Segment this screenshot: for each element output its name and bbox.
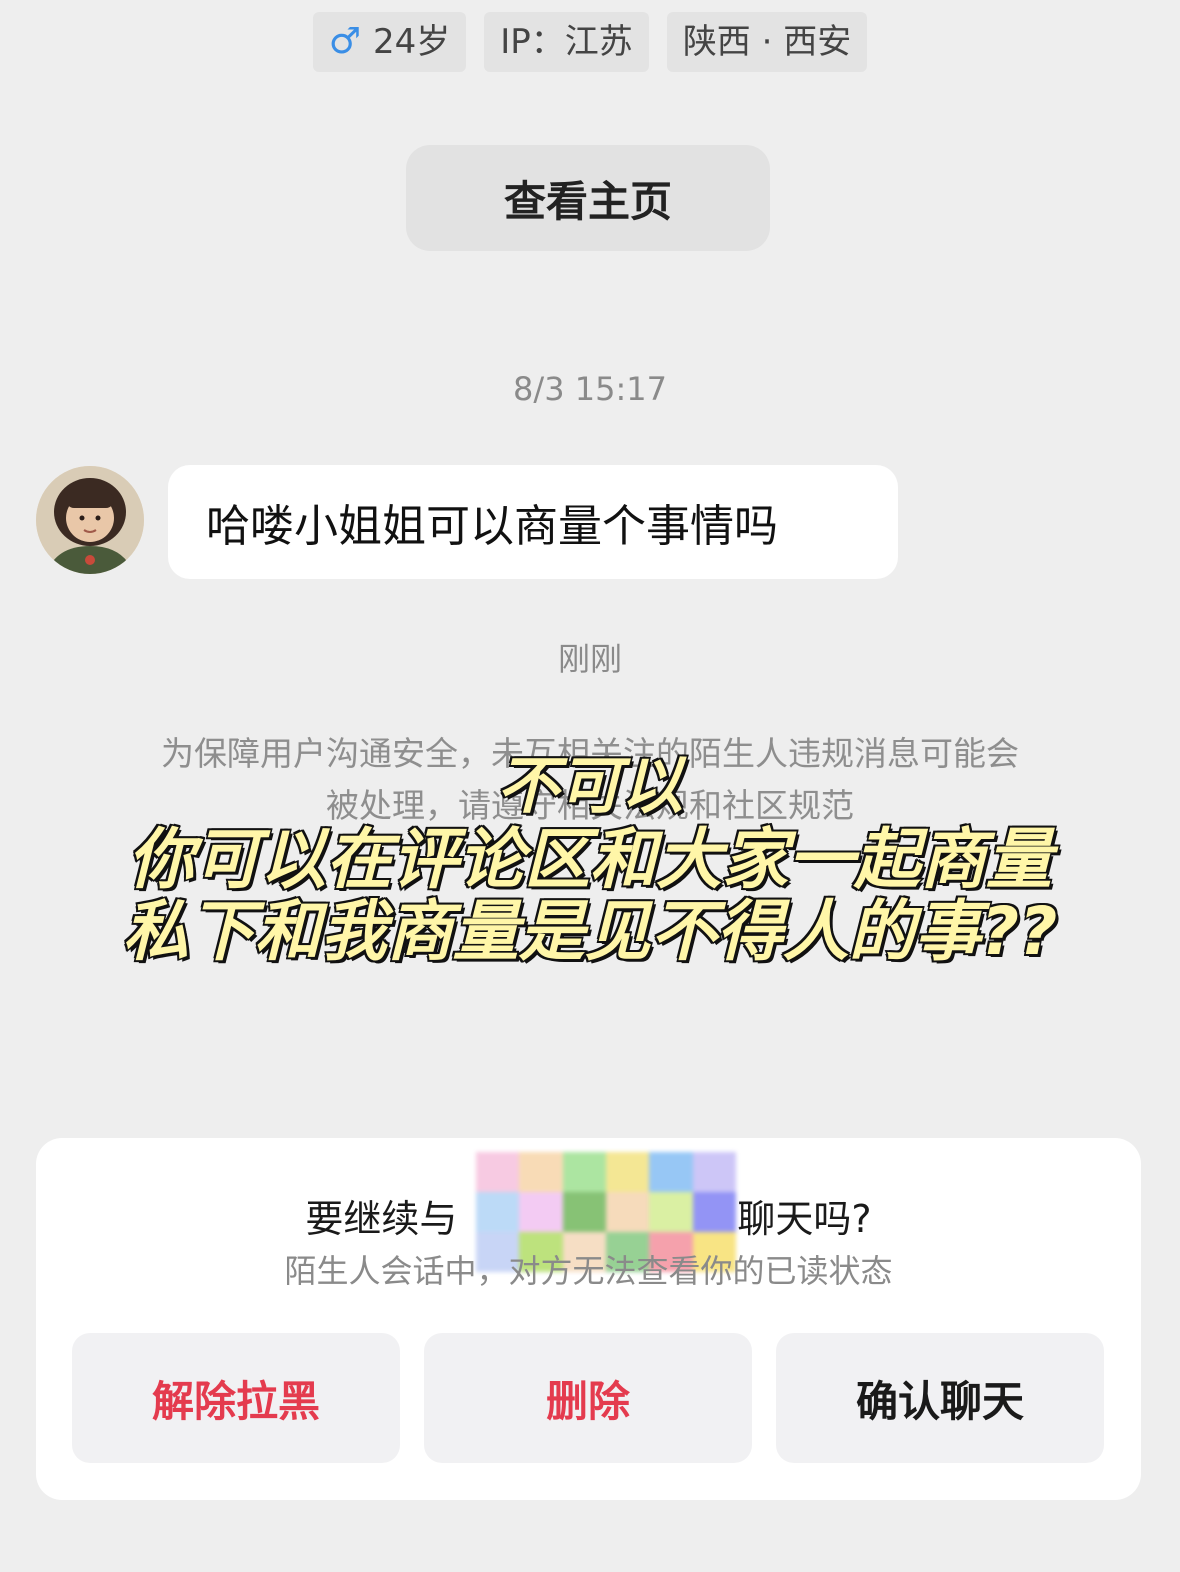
unblock-button[interactable]: 解除拉黑: [72, 1333, 400, 1463]
gender-age-tag: ♂ 24岁: [312, 12, 467, 72]
question-suffix: 聊天吗?: [737, 1197, 872, 1241]
message-timestamp: 8/3 15:17: [513, 370, 667, 408]
avatar-image: [36, 466, 144, 574]
ip-tag: IP：江苏: [484, 12, 649, 72]
incoming-message-bubble[interactable]: 哈喽小姐姐可以商量个事情吗: [168, 465, 898, 579]
delete-button[interactable]: 删除: [424, 1333, 752, 1463]
avatar[interactable]: [36, 466, 144, 574]
location-tag: 陕西 · 西安: [666, 12, 868, 72]
caption-line-3: 私下和我商量是见不得人的事??: [121, 893, 1059, 970]
caption-line-1: 不可以: [495, 748, 684, 824]
message-text: 哈喽小姐姐可以商量个事情吗: [206, 501, 778, 552]
confirm-chat-button[interactable]: 确认聊天: [776, 1333, 1104, 1463]
male-icon: ♂: [328, 21, 362, 62]
caption-line-2: 你可以在评论区和大家一起商量: [127, 821, 1054, 898]
location-text: 陕西 · 西安: [682, 22, 852, 62]
question-prefix: 要继续与: [305, 1197, 458, 1241]
view-homepage-button[interactable]: 查看主页: [406, 145, 770, 251]
recent-timestamp: 刚刚: [557, 640, 622, 678]
profile-tags: ♂ 24岁 IP：江苏 陕西 · 西安: [0, 12, 1180, 72]
continue-chat-dialog: 要继续与 聊天吗? 陌生人会话中，对方无法查看你的已读状态 解除拉黑 删除 确认聊…: [36, 1138, 1141, 1500]
ip-text: IP：江苏: [500, 22, 633, 62]
dialog-subtitle: 陌生人会话中，对方无法查看你的已读状态: [284, 1252, 893, 1290]
age-text: 24岁: [373, 22, 451, 62]
overlay-caption: 不可以 你可以在评论区和大家一起商量 私下和我商量是见不得人的事??: [0, 748, 1180, 970]
